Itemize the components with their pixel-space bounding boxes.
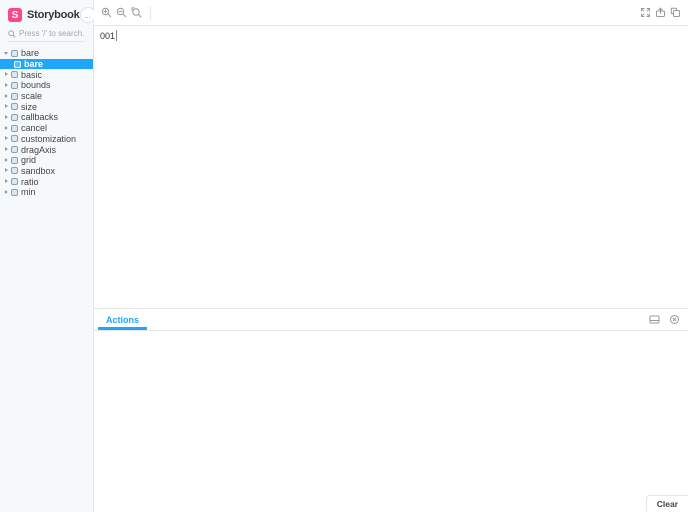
- fullscreen-button[interactable]: [638, 2, 653, 24]
- story-preview[interactable]: 001: [100, 30, 118, 41]
- sidebar-header: S Storybook ...: [0, 7, 96, 23]
- component-icon: [11, 71, 18, 79]
- sidebar-item-label: callbacks: [21, 112, 59, 123]
- sidebar-item-label: size: [21, 101, 38, 112]
- addon-tabbar: Actions: [94, 309, 688, 331]
- sidebar-item-label: customization: [21, 133, 77, 144]
- component-icon: [11, 178, 18, 186]
- chevron-right-icon[interactable]: [4, 93, 9, 99]
- search-input[interactable]: [19, 29, 85, 38]
- panel-position-icon: [649, 314, 660, 325]
- sidebar-item-label: bare: [21, 48, 40, 59]
- sidebar-item-cancel[interactable]: cancel: [0, 123, 93, 134]
- open-in-new-tab-button[interactable]: [653, 2, 668, 24]
- sidebar-item-bounds[interactable]: bounds: [0, 80, 93, 91]
- chevron-right-icon[interactable]: [4, 72, 9, 77]
- sidebar-item-dragaxis[interactable]: dragAxis: [0, 144, 93, 155]
- sidebar-item-label: basic: [21, 69, 43, 80]
- component-icon: [11, 103, 18, 111]
- sidebar-item-bare-story[interactable]: bare: [0, 58, 93, 70]
- open-in-new-tab-icon: [655, 7, 666, 18]
- sidebar-item-min[interactable]: min: [0, 187, 93, 198]
- story-icon: [14, 60, 21, 68]
- tab-actions[interactable]: Actions: [98, 309, 148, 330]
- sidebar-item-scale[interactable]: scale: [0, 91, 93, 102]
- main-content: 001 Actions Clear: [94, 0, 688, 512]
- zoom-reset-button[interactable]: [129, 2, 144, 24]
- close-panel-button[interactable]: [664, 309, 684, 330]
- zoom-out-button[interactable]: [114, 2, 129, 24]
- sidebar-item-label: bounds: [21, 80, 51, 91]
- zoom-in-button[interactable]: [99, 2, 114, 24]
- chevron-right-icon[interactable]: [4, 189, 9, 195]
- chevron-right-icon[interactable]: [4, 82, 9, 88]
- panel-position-button[interactable]: [644, 309, 664, 330]
- fullscreen-icon: [640, 7, 651, 18]
- chevron-right-icon[interactable]: [4, 136, 9, 141]
- sidebar-item-label: ratio: [21, 176, 39, 187]
- zoom-in-icon: [101, 7, 112, 18]
- canvas-toolbar: [94, 0, 688, 26]
- sidebar-item-label: dragAxis: [21, 144, 57, 155]
- component-icon: [11, 146, 18, 154]
- copy-link-icon: [670, 7, 681, 18]
- close-panel-icon: [669, 314, 680, 325]
- chevron-right-icon[interactable]: [4, 114, 9, 120]
- zoom-reset-icon: [131, 7, 142, 18]
- chevron-right-icon[interactable]: [4, 147, 9, 152]
- sidebar-item-label: sandbox: [21, 165, 56, 176]
- component-icon: [11, 113, 18, 121]
- zoom-out-icon: [116, 7, 127, 18]
- component-icon: [11, 135, 18, 143]
- clear-actions-button[interactable]: Clear: [645, 495, 688, 512]
- component-icon: [11, 167, 18, 175]
- brand-title: Storybook: [27, 9, 80, 21]
- search-icon: [8, 29, 16, 38]
- component-icon: [11, 81, 18, 89]
- sidebar-item-label: cancel: [21, 123, 48, 134]
- storybook-logo-icon: S: [8, 8, 22, 22]
- sidebar-item-callbacks[interactable]: callbacks: [0, 112, 93, 123]
- chevron-right-icon[interactable]: [4, 125, 9, 131]
- component-icon: [11, 188, 18, 196]
- chevron-right-icon[interactable]: [4, 104, 9, 109]
- copy-link-button[interactable]: [668, 2, 683, 24]
- story-canvas[interactable]: 001: [94, 26, 688, 308]
- sidebar: S Storybook ... bare bare: [0, 0, 96, 512]
- sidebar-item-basic[interactable]: basic: [0, 69, 93, 80]
- resize-handle[interactable]: [116, 30, 118, 41]
- chevron-right-icon[interactable]: [4, 157, 9, 163]
- component-icon: [11, 49, 18, 57]
- sidebar-item-label: bare: [24, 59, 44, 70]
- sidebar-item-sandbox[interactable]: sandbox: [0, 166, 93, 177]
- sidebar-item-label: scale: [21, 91, 43, 102]
- sidebar-item-grid[interactable]: grid: [0, 155, 93, 166]
- sidebar-item-label: grid: [21, 155, 37, 166]
- toolbar-divider: [150, 5, 151, 20]
- component-icon: [11, 156, 18, 164]
- actions-log-panel: Clear: [94, 331, 688, 512]
- search-box[interactable]: [8, 29, 85, 42]
- sidebar-item-bare[interactable]: bare: [0, 48, 93, 59]
- component-icon: [11, 124, 18, 132]
- sidebar-item-size[interactable]: size: [0, 101, 93, 112]
- chevron-down-icon[interactable]: [4, 51, 9, 56]
- sidebar-item-label: min: [21, 187, 36, 198]
- component-icon: [11, 92, 18, 100]
- stories-tree: bare bare basic bounds scale size callba…: [0, 48, 93, 198]
- chevron-right-icon[interactable]: [4, 179, 9, 184]
- sidebar-item-customization[interactable]: customization: [0, 134, 93, 145]
- story-content-text: 001: [100, 30, 116, 41]
- sidebar-item-ratio[interactable]: ratio: [0, 176, 93, 187]
- addon-panel: Actions Clear: [94, 308, 688, 512]
- chevron-right-icon[interactable]: [4, 168, 9, 173]
